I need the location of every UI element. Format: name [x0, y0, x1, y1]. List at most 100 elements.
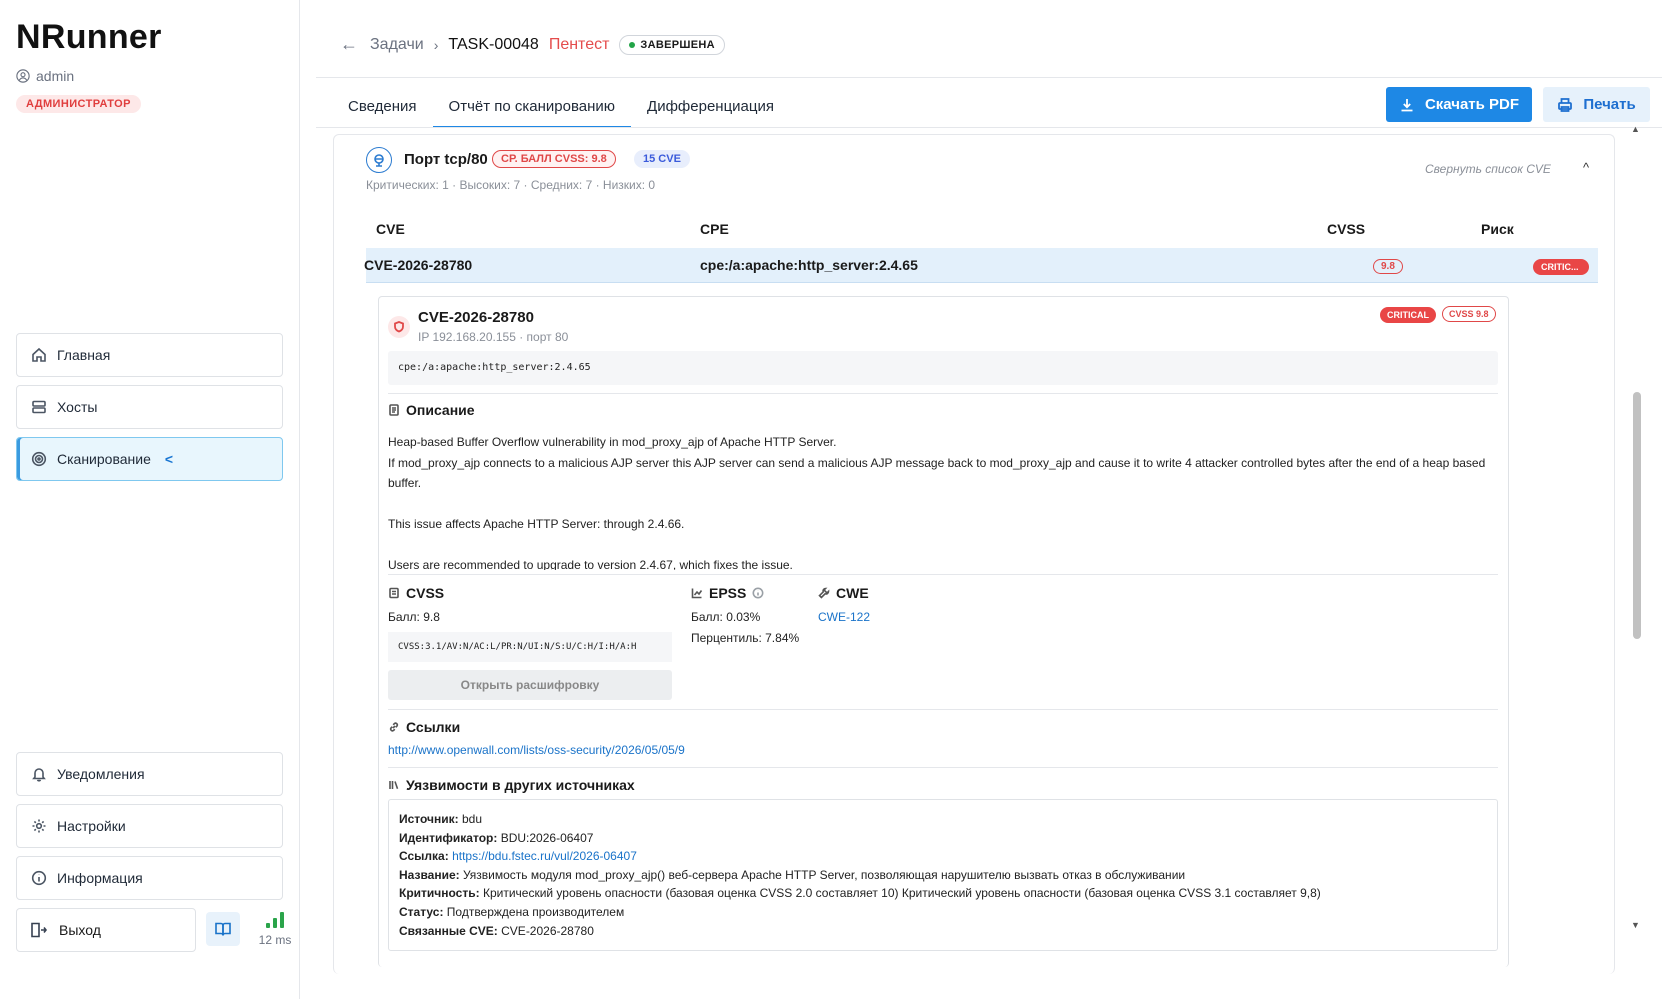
- scroll-down-arrow-icon[interactable]: ▼: [1631, 920, 1640, 930]
- epss-title: EPSS: [709, 585, 747, 601]
- current-user: admin: [16, 68, 74, 84]
- avg-cvss-badge: СР. БАЛЛ CVSS: 9.8: [492, 150, 616, 168]
- cwe-title: CWE: [836, 585, 869, 601]
- desc-line: Heap-based Buffer Overflow vulnerability…: [388, 435, 837, 449]
- description-heading: Описание: [388, 402, 475, 418]
- tab-scan-report[interactable]: Отчёт по сканированию: [432, 88, 632, 128]
- field-key: Источник:: [399, 812, 459, 826]
- header-divider: [316, 77, 1662, 78]
- nav-item-settings[interactable]: Настройки: [16, 804, 283, 848]
- cvss-title: CVSS: [406, 585, 445, 601]
- wrench-icon: [818, 587, 830, 599]
- epss-score: Балл: 0.03%: [691, 610, 761, 624]
- nav-item-scanning[interactable]: Сканирование <: [16, 437, 283, 481]
- port-title: Порт tcp/80: [404, 151, 488, 168]
- home-icon: [32, 347, 46, 362]
- role-badge: АДМИНИСТРАТОР: [16, 95, 141, 113]
- logout-icon: [31, 922, 47, 938]
- nav-item-info[interactable]: Информация: [16, 856, 283, 900]
- field-key: Критичность:: [399, 886, 480, 901]
- collapse-chevron[interactable]: <: [165, 451, 173, 467]
- reference-link[interactable]: http://www.openwall.com/lists/oss-securi…: [388, 743, 685, 757]
- tab-info[interactable]: Сведения: [332, 88, 433, 128]
- nav-label: Сканирование: [57, 451, 151, 467]
- nav-item-notifications[interactable]: Уведомления: [16, 752, 283, 796]
- task-type: Пентест: [548, 35, 610, 53]
- desc-line: Users are recommended to upgrade to vers…: [388, 558, 793, 570]
- server-icon: [32, 400, 46, 414]
- docs-button[interactable]: [206, 912, 240, 946]
- bell-icon: [32, 768, 46, 782]
- download-pdf-label: Скачать PDF: [1424, 96, 1520, 113]
- divider: [388, 574, 1498, 575]
- chart-icon: [691, 588, 703, 599]
- info-icon: [31, 870, 47, 886]
- field-key: Название:: [399, 867, 460, 882]
- field-key: Связанные CVE:: [399, 923, 498, 938]
- signal-icon: [255, 910, 295, 928]
- port-globe-icon: [366, 147, 392, 173]
- related-cve-value: CVE-2026-28780: [501, 923, 594, 938]
- field-key: Ссылка:: [399, 849, 449, 864]
- cve-detail-ip-port: IP 192.168.20.155 · порт 80: [418, 330, 569, 344]
- column-header-cvss[interactable]: CVSS: [1327, 221, 1365, 237]
- breadcrumb-tasks[interactable]: Задачи: [370, 36, 424, 54]
- scrollbar-thumb[interactable]: [1633, 392, 1641, 639]
- document-icon: [389, 404, 399, 416]
- scrollbar[interactable]: ▲ ▼: [1630, 124, 1644, 968]
- tab-divider: [316, 127, 1662, 128]
- column-header-risk[interactable]: Риск: [1481, 221, 1514, 237]
- chevron-up-icon[interactable]: ^: [1583, 160, 1589, 175]
- collapse-cve-list-link[interactable]: Свернуть список CVE: [1425, 162, 1551, 176]
- row-cve-id[interactable]: CVE-2026-28780: [364, 257, 472, 273]
- other-source-entry: Источник: bdu Идентификатор: BDU:2026-06…: [388, 799, 1498, 951]
- nav-item-hosts[interactable]: Хосты: [16, 385, 283, 429]
- sidebar: NRunner admin АДМИНИСТРАТОР Главная Хост…: [0, 0, 300, 999]
- gear-icon: [32, 819, 46, 833]
- library-icon: [389, 781, 399, 789]
- links-heading: Ссылки: [388, 719, 460, 735]
- other-sources-title: Уязвимости в других источниках: [406, 777, 635, 793]
- breadcrumb: ← Задачи › TASK-00048 Пентест ЗАВЕРШЕНА: [340, 34, 725, 55]
- desc-line: This issue affects Apache HTTP Server: t…: [388, 517, 685, 531]
- nav-label: Информация: [57, 870, 143, 886]
- column-header-cve[interactable]: CVE: [376, 221, 405, 237]
- cve-count-badge: 15 CVE: [634, 150, 690, 168]
- epss-percentile: Перцентиль: 7.84%: [691, 631, 800, 645]
- info-icon[interactable]: [752, 587, 764, 599]
- nav-item-home[interactable]: Главная: [16, 333, 283, 377]
- print-button[interactable]: Печать: [1543, 87, 1650, 122]
- task-id: TASK-00048: [448, 35, 539, 53]
- back-arrow-icon[interactable]: ←: [340, 34, 360, 55]
- source-value: bdu: [462, 812, 483, 826]
- cvss-score: Балл: 9.8: [388, 610, 440, 624]
- row-cvss-badge: 9.8: [1373, 259, 1403, 274]
- severity-badge: CRITICAL: [1380, 307, 1436, 323]
- logout-label: Выход: [59, 922, 101, 938]
- book-icon: [215, 922, 231, 936]
- download-pdf-button[interactable]: Скачать PDF: [1386, 87, 1532, 122]
- field-key: Статус:: [399, 904, 444, 919]
- column-header-cpe[interactable]: CPE: [700, 221, 729, 237]
- table-row[interactable]: [366, 248, 1598, 283]
- criticality-value: Критический уровень опасности (базовая о…: [482, 886, 1321, 901]
- logout-button[interactable]: Выход: [16, 908, 196, 952]
- row-risk-badge: CRITIC...: [1533, 259, 1589, 275]
- cwe-link[interactable]: CWE-122: [818, 610, 870, 624]
- nav-label: Главная: [57, 347, 111, 363]
- latency-value: 12 ms: [258, 933, 292, 947]
- cvss-badge: CVSS 9.8: [1442, 306, 1496, 322]
- link-icon: [389, 722, 399, 732]
- open-decode-button[interactable]: Открыть расшифровку: [388, 670, 672, 700]
- epss-heading: EPSS: [691, 585, 764, 601]
- tab-diff[interactable]: Дифференциация: [631, 88, 790, 128]
- user-icon: [16, 69, 30, 83]
- divider: [388, 393, 1498, 394]
- brand-logo: NRunner: [16, 18, 162, 56]
- cpe-code: cpe:/a:apache:http_server:2.4.65: [388, 351, 1498, 385]
- scroll-up-arrow-icon[interactable]: ▲: [1631, 124, 1640, 134]
- cvss-vector: CVSS:3.1/AV:N/AC:L/PR:N/UI:N/S:U/C:H/I:H…: [388, 632, 672, 662]
- nav-label: Хосты: [57, 399, 98, 415]
- bdu-link[interactable]: https://bdu.fstec.ru/vul/2026-06407: [452, 849, 637, 863]
- print-label: Печать: [1583, 96, 1636, 113]
